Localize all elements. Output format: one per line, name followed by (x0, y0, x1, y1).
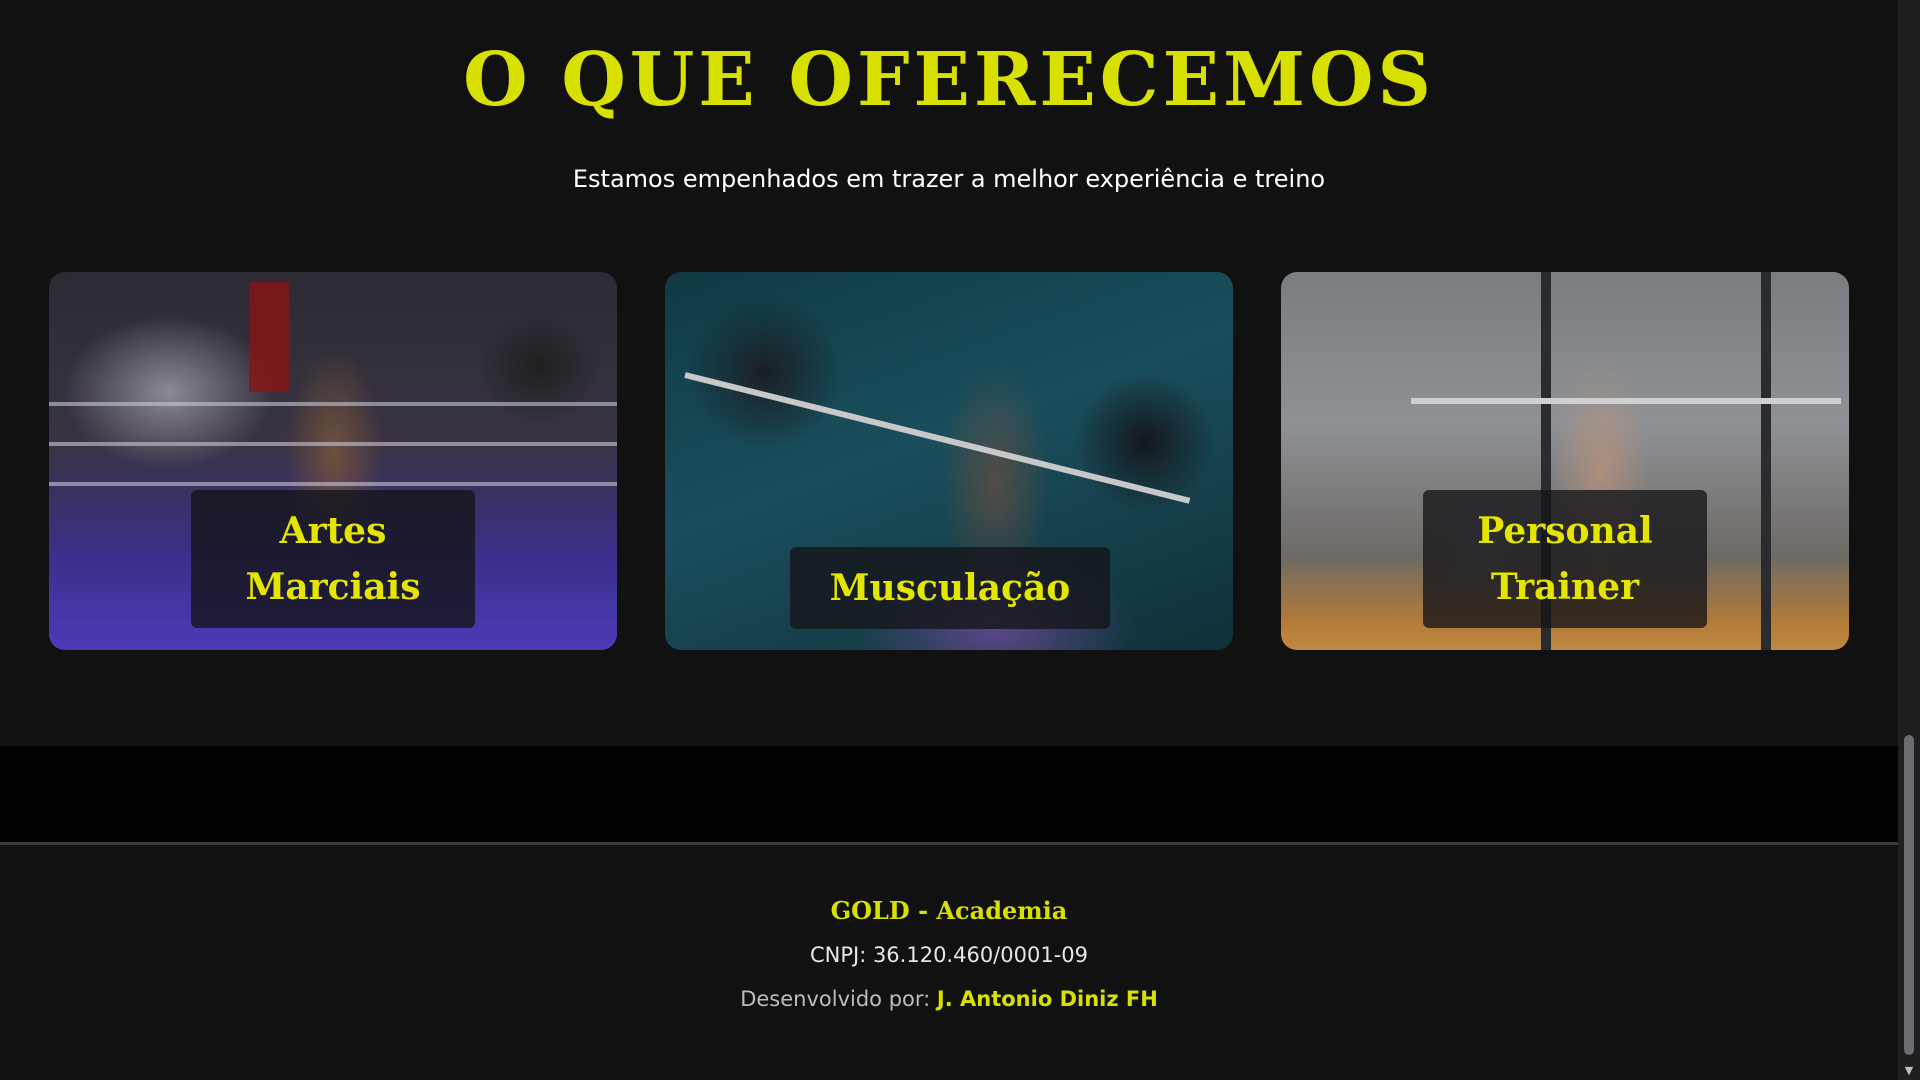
card-artes-marciais[interactable]: Artes Marciais (49, 272, 617, 650)
photo-detail (49, 482, 617, 486)
card-label: Artes Marciais (191, 490, 475, 628)
card-label: Musculação (790, 547, 1110, 629)
photo-detail (249, 282, 289, 392)
footer-developer-prefix: Desenvolvido por: (740, 987, 931, 1011)
card-label-line: Marciais (245, 566, 421, 608)
card-label-line: Artes (279, 510, 387, 552)
card-label-line: Personal (1477, 510, 1653, 552)
photo-detail (1761, 272, 1771, 650)
section-title: O QUE OFERECEMOS (463, 37, 1435, 123)
footer-cnpj: CNPJ: 36.120.460/0001-09 (809, 943, 1089, 967)
card-label-line: Musculação (829, 567, 1071, 609)
footer-divider-band (0, 746, 1898, 845)
photo-detail (1411, 398, 1841, 404)
photo-detail (49, 402, 617, 406)
card-label-line: Trainer (1490, 566, 1640, 608)
footer-developer: Desenvolvido por: J. Antonio Diniz FH (0, 984, 1898, 1014)
scrollbar-thumb[interactable] (1904, 735, 1914, 1055)
card-musculacao[interactable]: Musculação (665, 272, 1233, 650)
footer-brand: GOLD - Academia (830, 896, 1068, 925)
photo-detail (49, 442, 617, 446)
page: O QUE OFERECEMOS Estamos empenhados em t… (0, 0, 1898, 1080)
section-subtitle: Estamos empenhados em trazer a melhor ex… (572, 165, 1326, 193)
footer: GOLD - Academia CNPJ: 36.120.460/0001-09… (0, 845, 1898, 1080)
card-personal-trainer[interactable]: Personal Trainer (1281, 272, 1849, 650)
vertical-scrollbar[interactable]: ▼ (1898, 0, 1920, 1080)
card-label: Personal Trainer (1423, 490, 1707, 628)
photo-detail (684, 372, 1191, 504)
chevron-down-icon[interactable]: ▼ (1902, 1064, 1916, 1078)
footer-developer-link[interactable]: J. Antonio Diniz FH (937, 987, 1158, 1011)
